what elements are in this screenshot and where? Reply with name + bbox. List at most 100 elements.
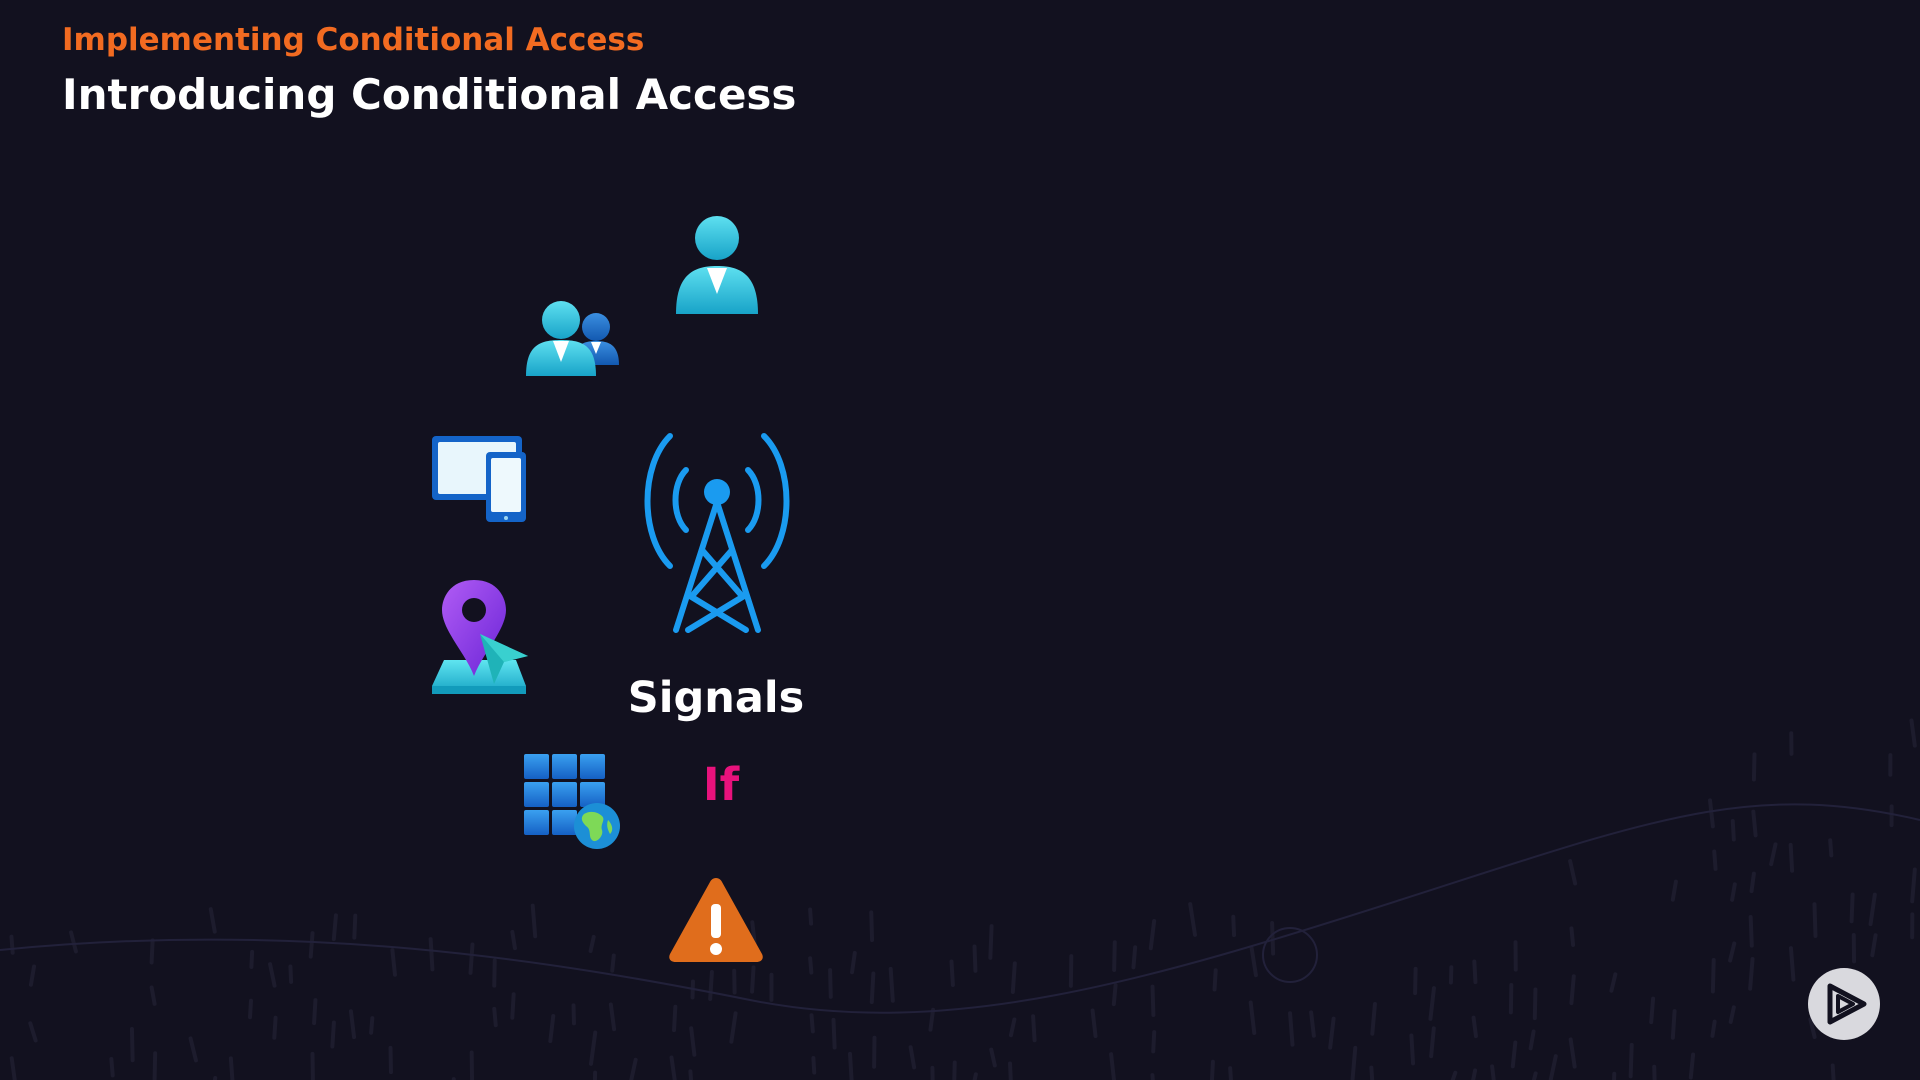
background-dash — [530, 903, 538, 939]
background-dash — [1010, 961, 1017, 994]
background-dash — [828, 968, 833, 999]
background-dash — [1270, 921, 1276, 956]
background-dash — [1008, 1017, 1017, 1038]
devices-icon — [432, 436, 526, 522]
background-dash — [1569, 926, 1576, 947]
background-dash — [1670, 879, 1678, 902]
background-dash — [369, 1016, 375, 1035]
background-dash — [1212, 968, 1218, 992]
background-dash — [28, 1021, 38, 1043]
application-icon — [524, 754, 620, 849]
background-pattern — [0, 718, 1920, 1080]
background-dash — [129, 1026, 135, 1063]
background-dash — [831, 1017, 837, 1050]
background-dash — [1531, 1071, 1538, 1080]
background-dash — [1652, 1064, 1657, 1080]
background-dash — [109, 1056, 115, 1078]
background-dash — [1568, 1037, 1577, 1069]
background-dash — [1231, 914, 1237, 938]
background-dash — [510, 929, 517, 951]
background-dash — [808, 956, 814, 975]
background-dash — [1428, 986, 1436, 1021]
background-dash — [228, 1056, 235, 1080]
location-icon — [432, 580, 528, 694]
background-dash — [1450, 1070, 1458, 1080]
background-dash — [249, 949, 255, 970]
background-dash — [1569, 974, 1576, 1006]
background-dash — [729, 1011, 738, 1044]
background-dash — [1288, 1011, 1295, 1047]
background-dash — [1532, 987, 1538, 1021]
background-dash — [1628, 1042, 1634, 1079]
background-dash — [1472, 959, 1478, 985]
background-dash — [629, 1057, 638, 1080]
background-dash — [589, 1030, 598, 1066]
background-dash — [1109, 1052, 1116, 1080]
background-dash — [750, 965, 756, 994]
background-dash — [588, 934, 596, 953]
background-dash — [208, 907, 217, 934]
background-dash — [1309, 1010, 1316, 1038]
background-dash — [1828, 838, 1834, 858]
background-dash — [708, 969, 714, 1002]
background-dash — [28, 964, 37, 987]
background-dash — [1131, 945, 1138, 970]
background-dash — [1612, 1071, 1617, 1080]
background-dash — [1728, 1005, 1736, 1024]
background-dash — [1728, 941, 1737, 963]
background-dash — [669, 1055, 677, 1080]
background-dash — [1548, 1054, 1558, 1080]
background-dash — [1748, 914, 1754, 948]
background-dash — [248, 998, 253, 1020]
background-dash — [811, 1056, 817, 1075]
background-dash — [808, 907, 814, 926]
background-dash — [1248, 1000, 1257, 1035]
background-dash — [1228, 1066, 1233, 1080]
background-dash — [848, 1051, 854, 1080]
background-dash — [1409, 1033, 1416, 1066]
background-dash — [348, 1009, 357, 1040]
background-dash — [1413, 966, 1418, 996]
if-label: If — [702, 758, 740, 811]
warning-icon — [669, 878, 763, 962]
background-dash — [1090, 1008, 1098, 1039]
background-dash — [1031, 1014, 1037, 1043]
background-dash — [1868, 892, 1877, 927]
background-dash — [1490, 1064, 1496, 1080]
play-logo-button[interactable] — [1808, 968, 1880, 1040]
background-dash — [688, 1069, 694, 1080]
background-dash — [608, 1002, 617, 1032]
background-dash — [809, 1013, 815, 1034]
background-dash — [1151, 1030, 1157, 1054]
background-dash — [69, 930, 78, 954]
background-dash — [272, 1015, 278, 1040]
background-dash — [988, 924, 994, 960]
background-dash — [492, 1006, 498, 1028]
background-dash — [672, 1004, 678, 1033]
background-dash — [1830, 1063, 1836, 1080]
background-dash — [888, 966, 895, 1003]
background-dash — [1812, 902, 1818, 938]
background-dash — [1609, 972, 1618, 993]
background-dash — [1328, 1016, 1336, 1050]
background-dash — [1688, 1052, 1696, 1080]
background-dash — [689, 1026, 697, 1057]
background-dash — [1910, 867, 1917, 904]
background-dash — [330, 1020, 336, 1049]
background-dash — [9, 1056, 17, 1080]
group-icon — [526, 301, 619, 376]
background-dash — [908, 1045, 917, 1070]
background-dash — [1712, 849, 1718, 871]
background-dash — [1112, 940, 1117, 972]
background-dash — [1788, 946, 1796, 982]
background-dash — [1209, 1059, 1215, 1080]
background-dash — [268, 962, 277, 988]
background-dash — [1870, 933, 1878, 958]
background-dash — [1670, 1009, 1677, 1040]
background-dash — [1710, 958, 1716, 994]
slide: Implementing Conditional Access Introduc… — [0, 0, 1920, 1080]
background-dash — [1649, 996, 1656, 1025]
background-dash — [1751, 752, 1757, 782]
background-dash — [1568, 859, 1578, 886]
background-dash — [1249, 946, 1258, 978]
